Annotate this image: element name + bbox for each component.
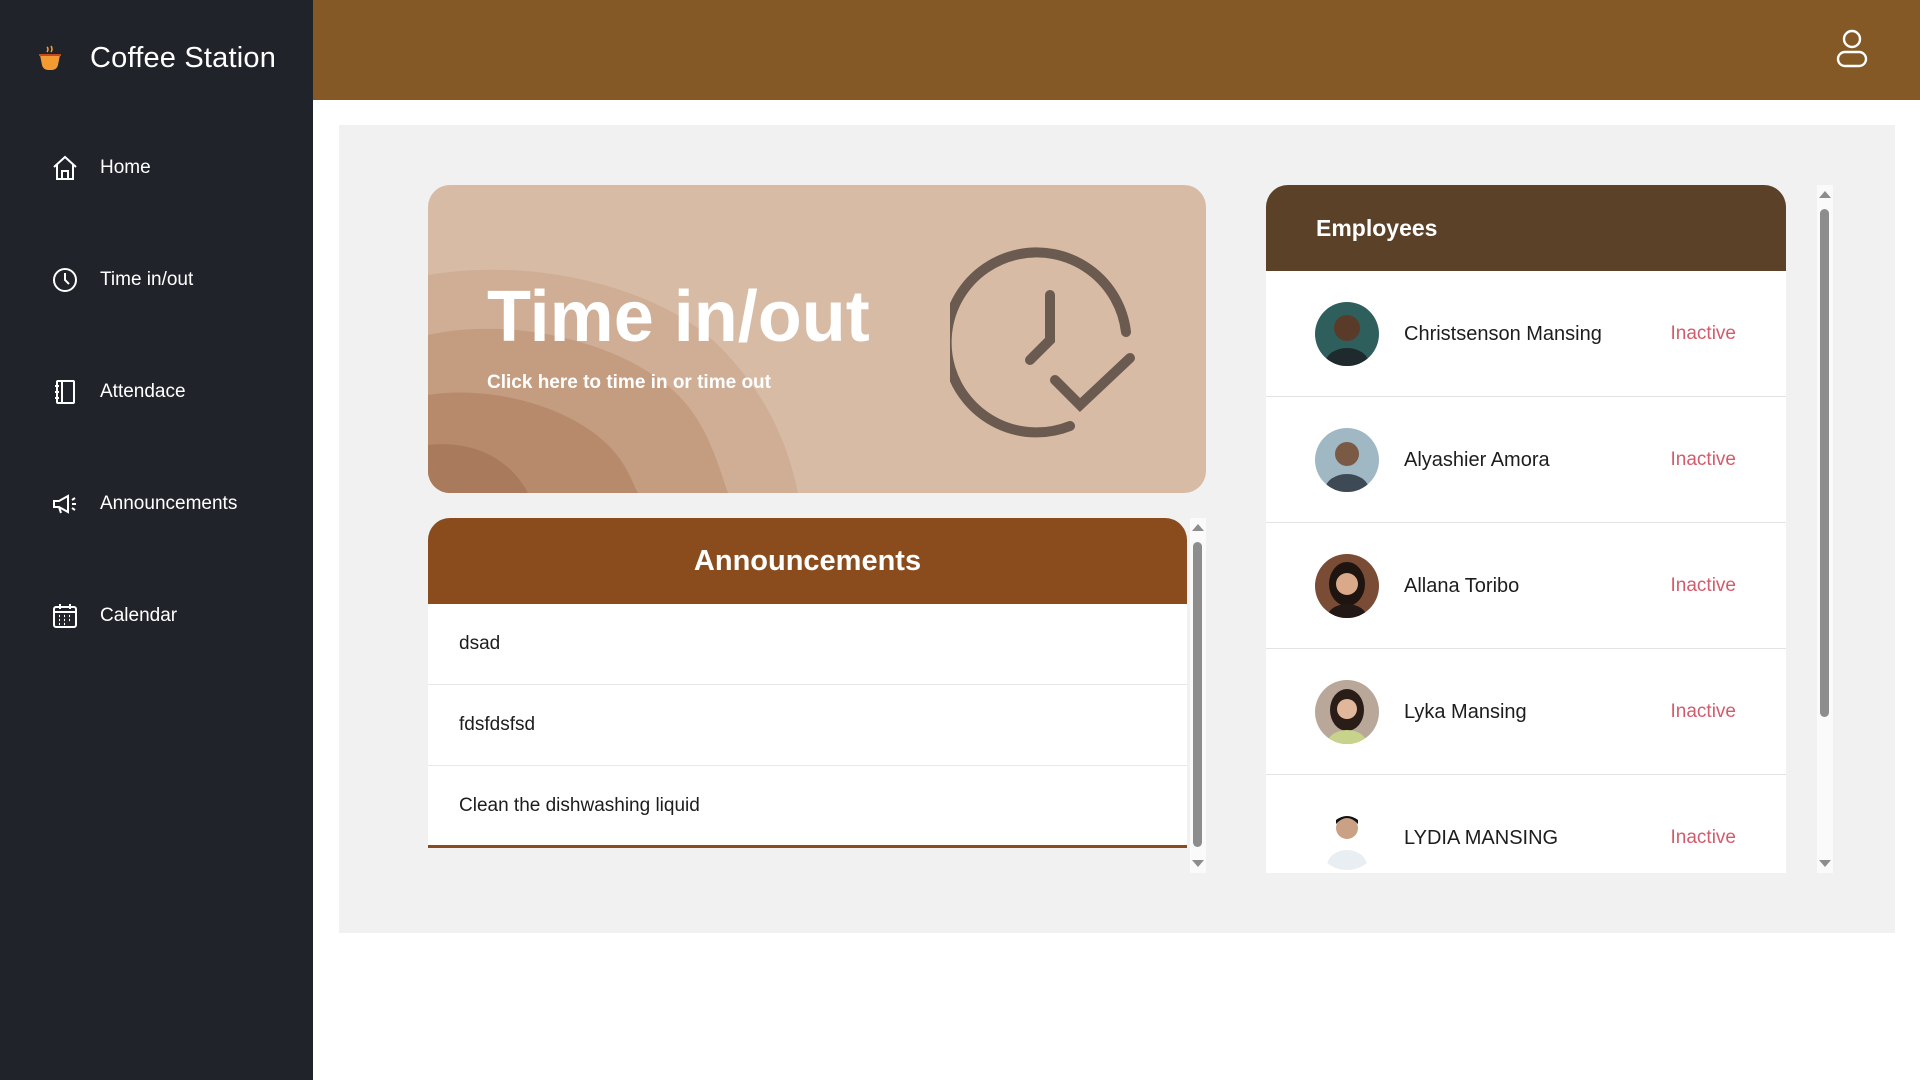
employee-row[interactable]: Christsenson Mansing Inactive — [1266, 271, 1786, 397]
sidebar-item-calendar[interactable]: Calendar — [50, 601, 177, 631]
employee-name: Christsenson Mansing — [1404, 323, 1602, 345]
clock-check-icon — [950, 247, 1135, 438]
clock-icon — [50, 265, 80, 295]
coffee-cup-icon — [39, 45, 61, 71]
announcement-text: Clean the dishwashing liquid — [459, 794, 700, 816]
employee-row[interactable]: LYDIA MANSING Inactive — [1266, 775, 1786, 873]
employee-row[interactable]: Alyashier Amora Inactive — [1266, 397, 1786, 523]
sidebar-item-label: Calendar — [100, 605, 178, 626]
status-badge: Inactive — [1670, 449, 1736, 470]
status-badge: Inactive — [1670, 575, 1736, 596]
time-card-title: Time in/out — [487, 277, 870, 357]
employees-scrollbar[interactable] — [1817, 185, 1833, 873]
employees-card: Employees Christsenson Mansing Inactive … — [1266, 185, 1786, 873]
announcements-list: dsad fdsfdsfsd Clean the dishwashing liq… — [428, 604, 1187, 848]
home-icon — [50, 153, 80, 183]
employee-row[interactable]: Allana Toribo Inactive — [1266, 523, 1786, 649]
content-panel: Time in/out Click here to time in or tim… — [339, 125, 1895, 933]
scroll-down-arrow-icon[interactable] — [1819, 860, 1831, 867]
scroll-up-arrow-icon[interactable] — [1192, 524, 1204, 531]
sidebar-item-attendance[interactable]: Attendace — [50, 377, 186, 407]
avatar — [1315, 680, 1379, 744]
employee-name: Allana Toribo — [1404, 575, 1520, 597]
scroll-down-arrow-icon[interactable] — [1192, 860, 1204, 867]
scrollbar-thumb[interactable] — [1193, 542, 1202, 847]
avatar — [1315, 806, 1379, 870]
sidebar: Coffee Station Home Time in/out Attendac… — [0, 0, 313, 1080]
user-icon[interactable] — [1832, 28, 1872, 70]
employee-name: Lyka Mansing — [1404, 701, 1527, 723]
status-badge: Inactive — [1670, 323, 1736, 344]
avatar — [1315, 302, 1379, 366]
announcement-text: fdsfdsfsd — [459, 714, 536, 735]
sidebar-item-time-in-out[interactable]: Time in/out — [50, 265, 193, 295]
status-badge: Inactive — [1670, 827, 1736, 848]
sidebar-item-label: Home — [100, 157, 151, 178]
announcements-scrollbar[interactable] — [1190, 518, 1206, 873]
topbar — [313, 0, 1920, 100]
sidebar-item-label: Time in/out — [100, 269, 194, 290]
scrollbar-thumb[interactable] — [1820, 209, 1829, 717]
sidebar-item-label: Attendace — [100, 381, 186, 402]
avatar — [1315, 554, 1379, 618]
time-in-out-card[interactable]: Time in/out Click here to time in or tim… — [428, 185, 1206, 493]
employee-name: LYDIA MANSING — [1404, 827, 1559, 849]
employees-header: Employees — [1266, 185, 1786, 271]
sidebar-item-home[interactable]: Home — [50, 153, 151, 183]
scroll-up-arrow-icon[interactable] — [1819, 191, 1831, 198]
employees-title: Employees — [1316, 214, 1438, 241]
announcements-title: Announcements — [693, 544, 922, 577]
brand-name: Coffee Station — [90, 41, 277, 74]
announcements-header: Announcements — [428, 518, 1187, 604]
employee-row[interactable]: Lyka Mansing Inactive — [1266, 649, 1786, 775]
calendar-icon — [50, 601, 80, 631]
status-badge: Inactive — [1670, 701, 1736, 722]
employee-name: Alyashier Amora — [1404, 449, 1550, 471]
sidebar-item-label: Announcements — [100, 493, 238, 514]
list-item[interactable]: Clean the dishwashing liquid — [428, 766, 1187, 848]
sidebar-item-announcements[interactable]: Announcements — [50, 489, 237, 519]
attendance-book-icon — [50, 377, 80, 407]
time-card-subtitle: Click here to time in or time out — [487, 372, 771, 393]
announcements-card: Announcements dsad fdsfdsfsd Clean the d… — [428, 518, 1206, 873]
brand[interactable]: Coffee Station — [36, 38, 276, 78]
list-item[interactable]: fdsfdsfsd — [428, 685, 1187, 766]
megaphone-icon — [50, 489, 80, 519]
avatar — [1315, 428, 1379, 492]
list-item[interactable]: dsad — [428, 604, 1187, 685]
announcement-text: dsad — [459, 633, 501, 654]
